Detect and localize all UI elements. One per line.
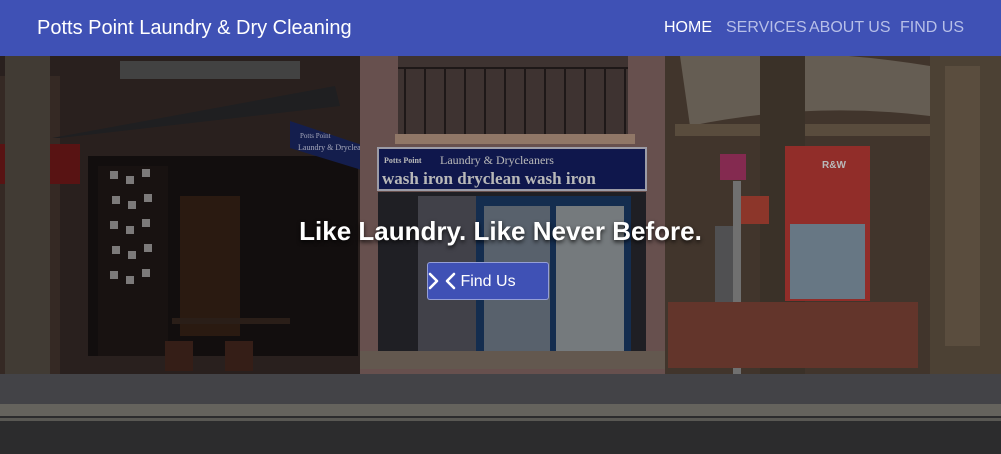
nav-item-about-us[interactable]: ABOUT US [809,18,891,38]
main-nav: HOME SERVICES ABOUT US FIND US [0,18,1001,40]
nav-item-home[interactable]: HOME [664,18,712,38]
chevron-right-icon [428,272,439,290]
storefront-photo: Potts Point Laundry & Drycleaners Potts … [0,56,1001,454]
top-navbar: Potts Point Laundry & Dry Cleaning HOME … [0,0,1001,56]
hero-headline: Like Laundry. Like Never Before. [299,216,702,246]
nav-item-find-us[interactable]: FIND US [900,18,964,38]
hero-banner: Potts Point Laundry & Drycleaners Potts … [0,56,1001,454]
find-us-button[interactable]: Find Us [427,262,549,300]
nav-item-services[interactable]: SERVICES [726,18,807,38]
find-us-button-label: Find Us [460,273,516,290]
